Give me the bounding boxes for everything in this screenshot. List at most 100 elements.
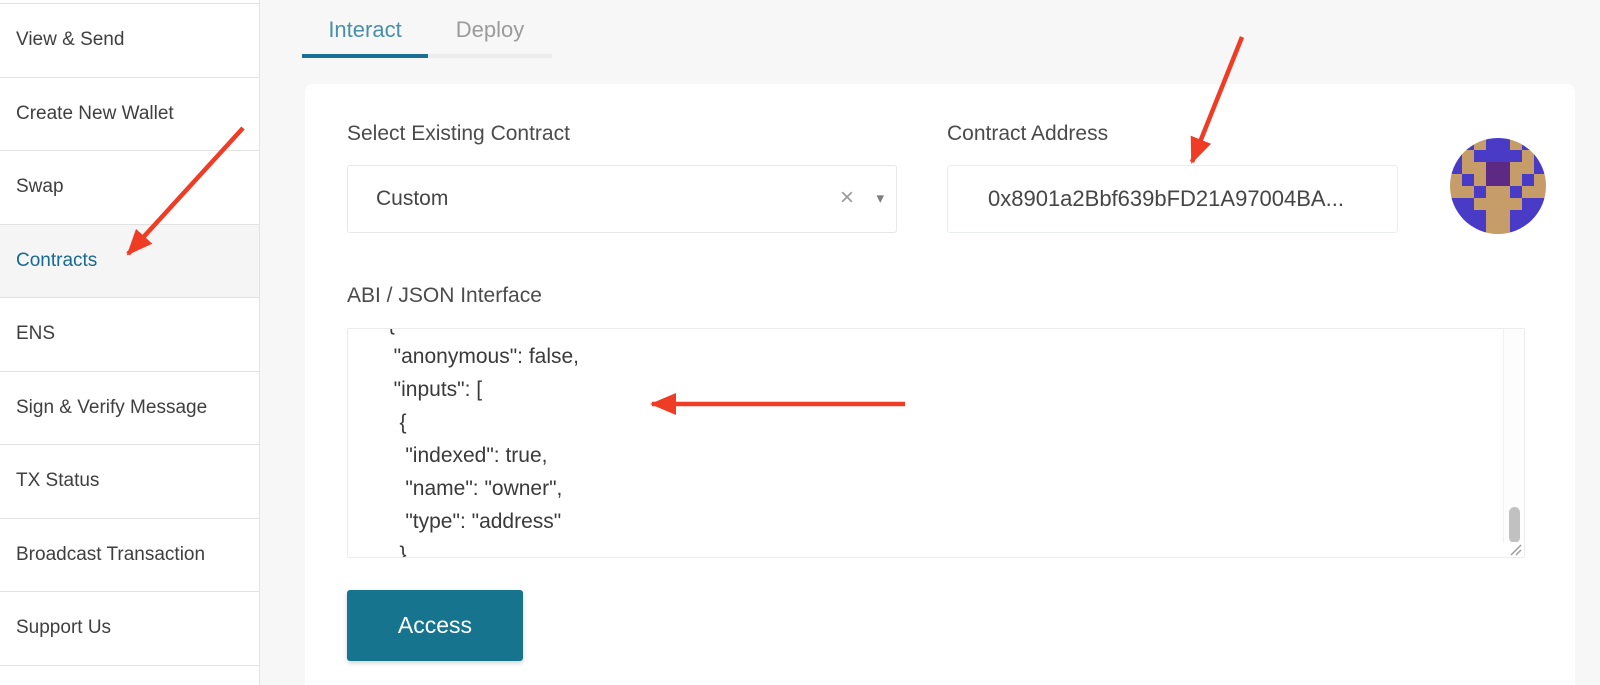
sidebar-item-sign-verify-message[interactable]: Sign & Verify Message — [0, 372, 259, 446]
clear-selection-icon[interactable]: × — [840, 166, 854, 232]
identicon-cell — [1486, 162, 1498, 174]
identicon-cell — [1534, 198, 1546, 210]
identicon-cell — [1498, 162, 1510, 174]
identicon-cell — [1510, 210, 1522, 222]
identicon-cell — [1534, 186, 1546, 198]
identicon-cell — [1450, 222, 1462, 234]
sidebar-item-create-new-wallet[interactable]: Create New Wallet — [0, 78, 259, 152]
identicon-cell — [1498, 138, 1510, 150]
identicon-cell — [1534, 174, 1546, 186]
identicon-cell — [1510, 150, 1522, 162]
sidebar-item-broadcast-transaction[interactable]: Broadcast Transaction — [0, 519, 259, 593]
identicon-cell — [1510, 186, 1522, 198]
identicon-cell — [1522, 186, 1534, 198]
identicon-cell — [1450, 198, 1462, 210]
identicon-cell — [1534, 150, 1546, 162]
identicon-cell — [1522, 222, 1534, 234]
identicon-cell — [1462, 138, 1474, 150]
tab-bar: Interact Deploy — [302, 6, 552, 58]
identicon-cell — [1486, 222, 1498, 234]
identicon-cell — [1474, 162, 1486, 174]
contract-address-label: Contract Address — [947, 122, 1108, 146]
identicon-cell — [1510, 222, 1522, 234]
identicon-cell — [1486, 138, 1498, 150]
identicon-cell — [1486, 174, 1498, 186]
sidebar-item-tx-status[interactable]: TX Status — [0, 445, 259, 519]
interact-panel: Select Existing Contract Custom × ▾ Cont… — [305, 84, 1575, 685]
identicon-cell — [1462, 222, 1474, 234]
identicon-cell — [1462, 186, 1474, 198]
identicon-cell — [1522, 162, 1534, 174]
abi-textarea-content: { "anonymous": false, "inputs": [ { "ind… — [348, 329, 1502, 557]
tab-deploy-label: Deploy — [456, 17, 524, 43]
tab-interact-label: Interact — [328, 17, 401, 43]
abi-scrollbar-thumb[interactable] — [1509, 507, 1520, 543]
existing-contract-selected-value: Custom — [376, 166, 448, 232]
identicon-cell — [1534, 210, 1546, 222]
identicon-cell — [1510, 174, 1522, 186]
abi-textarea[interactable]: { "anonymous": false, "inputs": [ { "ind… — [347, 328, 1525, 558]
identicon-cell — [1462, 162, 1474, 174]
identicon-cell — [1486, 198, 1498, 210]
identicon-cell — [1474, 174, 1486, 186]
abi-scrollbar-track[interactable] — [1503, 329, 1524, 543]
identicon-cell — [1522, 150, 1534, 162]
sidebar-item-label: Sign & Verify Message — [16, 397, 207, 419]
access-button[interactable]: Access — [347, 590, 523, 661]
identicon-cell — [1450, 150, 1462, 162]
identicon-cell — [1534, 162, 1546, 174]
identicon-cell — [1510, 198, 1522, 210]
identicon-cell — [1462, 174, 1474, 186]
sidebar-item-label: TX Status — [16, 470, 99, 492]
abi-resize-handle[interactable] — [1505, 542, 1523, 556]
identicon-cell — [1498, 222, 1510, 234]
identicon-cell — [1474, 150, 1486, 162]
sidebar-item-label: Contracts — [16, 250, 97, 272]
sidebar-item-ens[interactable]: ENS — [0, 298, 259, 372]
identicon-cell — [1474, 222, 1486, 234]
identicon-cell — [1486, 210, 1498, 222]
identicon-cell — [1498, 210, 1510, 222]
sidebar-item-label: Create New Wallet — [16, 103, 174, 125]
identicon-cell — [1522, 138, 1534, 150]
sidebar-item-label: View & Send — [16, 29, 124, 51]
sidebar-item-contracts[interactable]: Contracts — [0, 225, 259, 299]
identicon-cell — [1522, 174, 1534, 186]
identicon-cell — [1498, 150, 1510, 162]
abi-json-label: ABI / JSON Interface — [347, 284, 542, 308]
identicon-cell — [1474, 138, 1486, 150]
identicon-cell — [1498, 186, 1510, 198]
sidebar-item-label: ENS — [16, 323, 55, 345]
chevron-down-icon[interactable]: ▾ — [876, 166, 884, 232]
abi-json-text: { "anonymous": false, "inputs": [ { "ind… — [382, 329, 1502, 557]
address-identicon — [1450, 138, 1546, 234]
identicon-cell — [1450, 138, 1462, 150]
identicon-cell — [1462, 198, 1474, 210]
identicon-cell — [1534, 138, 1546, 150]
identicon-cell — [1510, 162, 1522, 174]
sidebar-item-support-us[interactable]: Support Us — [0, 592, 259, 666]
identicon-cell — [1474, 186, 1486, 198]
identicon-cell — [1498, 198, 1510, 210]
sidebar-item-view-send[interactable]: View & Send — [0, 4, 259, 78]
identicon-cell — [1474, 198, 1486, 210]
identicon-cell — [1522, 198, 1534, 210]
sidebar-item-swap[interactable]: Swap — [0, 151, 259, 225]
identicon-cell — [1450, 162, 1462, 174]
identicon-cell — [1462, 150, 1474, 162]
sidebar-item-label: Broadcast Transaction — [16, 544, 205, 566]
identicon-cell — [1474, 210, 1486, 222]
sidebar-item-label: Support Us — [16, 617, 111, 639]
identicon-cell — [1486, 186, 1498, 198]
app-window: View & Send Create New Wallet Swap Contract… — [0, 0, 1600, 685]
tab-deploy[interactable]: Deploy — [428, 6, 552, 58]
existing-contract-select[interactable]: Custom × ▾ — [347, 165, 897, 233]
identicon-cell — [1534, 222, 1546, 234]
identicon-cell — [1522, 210, 1534, 222]
identicon-cell — [1450, 210, 1462, 222]
identicon-cell — [1498, 174, 1510, 186]
contract-address-input[interactable] — [947, 165, 1398, 233]
identicon-cell — [1486, 150, 1498, 162]
tab-interact[interactable]: Interact — [302, 6, 428, 58]
identicon-cell — [1450, 174, 1462, 186]
